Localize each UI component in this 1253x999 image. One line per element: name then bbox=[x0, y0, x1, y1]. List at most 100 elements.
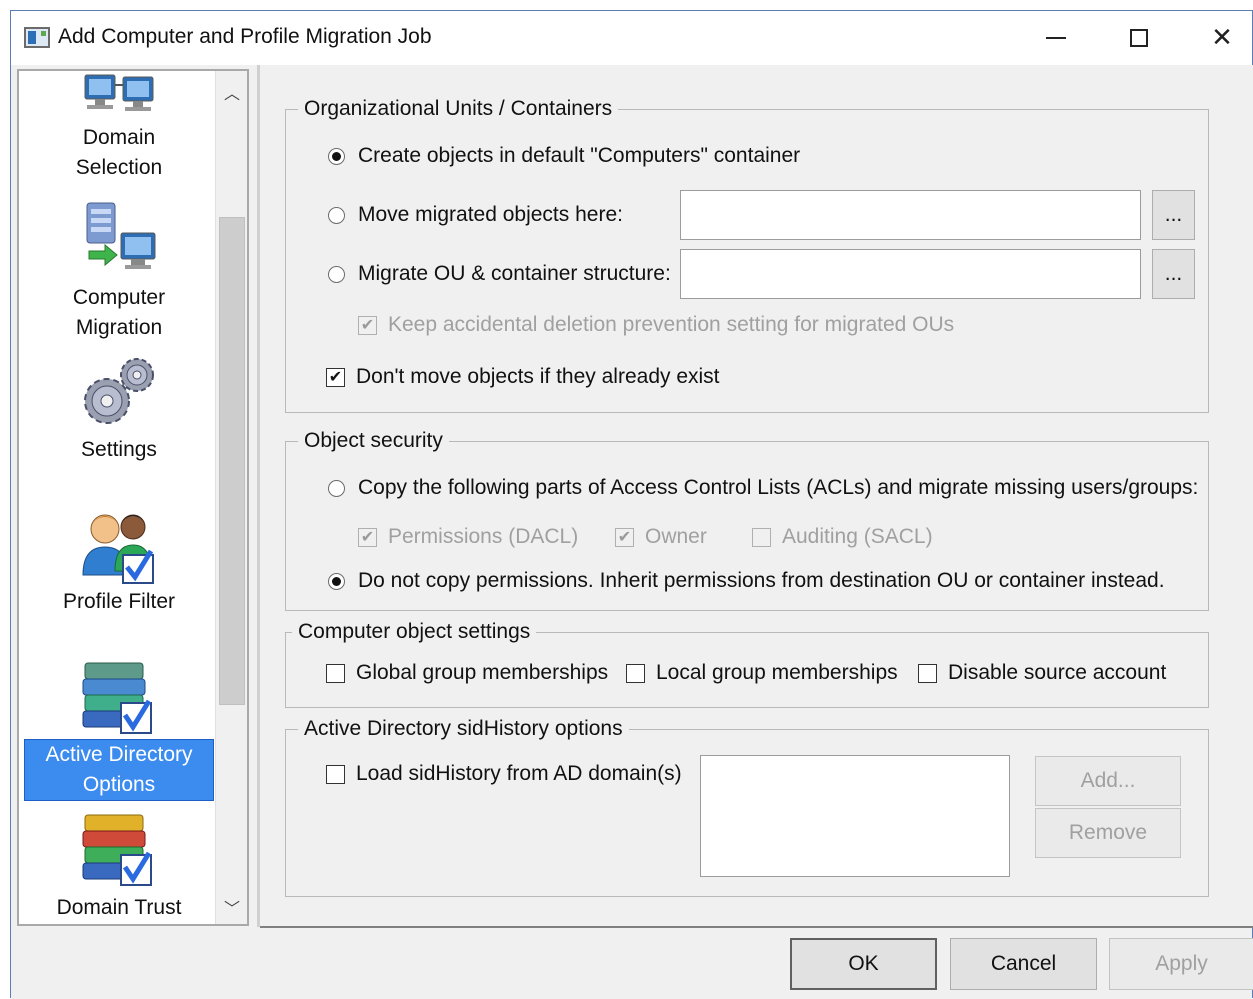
chevron-down-icon: ﹀ bbox=[223, 901, 240, 918]
radio-button[interactable] bbox=[328, 479, 345, 497]
ok-button[interactable]: OK bbox=[790, 938, 937, 990]
checkbox-label: Load sidHistory from AD domain(s) bbox=[356, 762, 682, 785]
computers-icon bbox=[84, 74, 154, 111]
checkbox-label: Permissions (DACL) bbox=[388, 525, 579, 548]
checkbox-label: Don't move objects if they already exist bbox=[356, 365, 720, 388]
checkbox-label: Global group memberships bbox=[356, 661, 609, 684]
nav-label: Computer bbox=[72, 286, 166, 309]
nav-label: Domain Trust bbox=[56, 896, 182, 919]
scroll-thumb[interactable] bbox=[219, 217, 245, 705]
sidhistory-group: Active Directory sidHistory options Load… bbox=[285, 716, 1209, 897]
group-legend: Active Directory sidHistory options bbox=[298, 716, 629, 742]
nav-label-selected: Active Directory Options bbox=[24, 739, 214, 801]
books-trust-icon bbox=[82, 814, 152, 886]
radio-label: Migrate OU & container structure: bbox=[358, 262, 671, 285]
app-icon bbox=[24, 27, 50, 48]
close-icon: ✕ bbox=[1211, 23, 1233, 53]
books-check-icon bbox=[82, 662, 152, 734]
scroll-down-button[interactable]: ﹀ bbox=[216, 890, 247, 924]
radio-default-container[interactable]: Create objects in default "Computers" co… bbox=[328, 144, 800, 168]
radio-label: Copy the following parts of Access Contr… bbox=[358, 476, 1199, 499]
browse-migrate-button[interactable]: ... bbox=[1152, 249, 1195, 299]
nav-item-active-directory-options[interactable]: Active Directory Options bbox=[19, 655, 219, 801]
users-check-icon bbox=[82, 514, 154, 584]
group-legend: Object security bbox=[298, 428, 449, 454]
check-auditing[interactable]: Auditing (SACL) bbox=[752, 525, 933, 549]
nav-label: Active Directory bbox=[45, 743, 193, 766]
checkbox-unchecked[interactable] bbox=[626, 663, 645, 683]
radio-button[interactable] bbox=[328, 206, 345, 224]
dialog-window: Add Computer and Profile Migration Job ✕… bbox=[10, 10, 1253, 999]
radio-migrate-structure[interactable]: Migrate OU & container structure: bbox=[328, 262, 671, 286]
check-permissions[interactable]: ✔ Permissions (DACL) bbox=[358, 525, 578, 549]
radio-copy-acl[interactable]: Copy the following parts of Access Contr… bbox=[328, 476, 1198, 500]
radio-label: Do not copy permissions. Inherit permiss… bbox=[358, 569, 1165, 592]
checkbox-checked-disabled[interactable]: ✔ bbox=[358, 527, 377, 547]
checkbox-label: Owner bbox=[645, 525, 707, 548]
nav-scrollbar[interactable]: ︿ ﹀ bbox=[215, 71, 247, 924]
minimize-icon bbox=[1046, 37, 1066, 39]
radio-no-copy[interactable]: Do not copy permissions. Inherit permiss… bbox=[328, 569, 1165, 593]
checkbox-label: Disable source account bbox=[948, 661, 1167, 684]
window-title: Add Computer and Profile Migration Job bbox=[58, 25, 432, 48]
dialog-footer: OK Cancel Apply bbox=[11, 928, 1253, 999]
minimize-button[interactable] bbox=[1021, 11, 1091, 65]
check-owner[interactable]: ✔ Owner bbox=[615, 525, 707, 549]
checkbox-unchecked-disabled[interactable] bbox=[752, 527, 771, 547]
close-button[interactable]: ✕ bbox=[1187, 11, 1253, 65]
maximize-icon bbox=[1130, 29, 1148, 47]
server-migration-icon bbox=[86, 202, 156, 269]
title-bar: Add Computer and Profile Migration Job ✕ bbox=[11, 11, 1252, 65]
checkbox-unchecked[interactable] bbox=[326, 764, 345, 784]
remove-domain-button[interactable]: Remove bbox=[1035, 808, 1181, 858]
check-disable-source[interactable]: Disable source account bbox=[918, 661, 1166, 685]
main-content: Organizational Units / Containers Create… bbox=[260, 65, 1253, 928]
scroll-up-button[interactable]: ︿ bbox=[216, 75, 247, 109]
computer-settings-group: Computer object settings Global group me… bbox=[285, 619, 1209, 708]
nav-label: Settings bbox=[81, 438, 157, 461]
nav-item-settings[interactable]: Settings bbox=[19, 351, 219, 465]
apply-button[interactable]: Apply bbox=[1109, 938, 1253, 990]
radio-label: Move migrated objects here: bbox=[358, 203, 623, 226]
ou-group: Organizational Units / Containers Create… bbox=[285, 96, 1209, 413]
radio-move-objects[interactable]: Move migrated objects here: bbox=[328, 203, 623, 227]
radio-button[interactable] bbox=[328, 147, 345, 165]
chevron-up-icon: ︿ bbox=[223, 86, 240, 103]
browse-move-button[interactable]: ... bbox=[1152, 190, 1195, 240]
nav-label: Selection bbox=[75, 156, 163, 179]
check-load-sidhistory[interactable]: Load sidHistory from AD domain(s) bbox=[326, 762, 682, 786]
radio-label: Create objects in default "Computers" co… bbox=[358, 144, 801, 167]
nav-item-domain-trust[interactable]: Domain Trust bbox=[19, 809, 219, 923]
nav-label: Profile Filter bbox=[62, 590, 176, 613]
radio-button[interactable] bbox=[328, 572, 345, 590]
checkbox-checked-disabled[interactable]: ✔ bbox=[358, 315, 377, 335]
radio-button[interactable] bbox=[328, 265, 345, 283]
nav-label: Options bbox=[82, 773, 156, 796]
nav-label: Domain bbox=[82, 126, 156, 149]
nav-item-profile-filter[interactable]: Profile Filter bbox=[19, 503, 219, 617]
check-dont-move[interactable]: ✔ Don't move objects if they already exi… bbox=[326, 365, 720, 389]
maximize-button[interactable] bbox=[1104, 11, 1174, 65]
checkbox-checked[interactable]: ✔ bbox=[326, 367, 345, 387]
nav-label: Migration bbox=[75, 316, 163, 339]
cancel-button[interactable]: Cancel bbox=[950, 938, 1097, 990]
gears-icon bbox=[84, 358, 154, 424]
nav-item-domain-selection[interactable]: Domain Selection bbox=[19, 71, 219, 183]
move-target-input[interactable] bbox=[680, 190, 1141, 240]
add-domain-button[interactable]: Add... bbox=[1035, 756, 1181, 806]
domains-list[interactable] bbox=[700, 755, 1010, 877]
checkbox-checked-disabled[interactable]: ✔ bbox=[615, 527, 634, 547]
checkbox-label: Keep accidental deletion prevention sett… bbox=[388, 313, 955, 336]
object-security-group: Object security Copy the following parts… bbox=[285, 428, 1209, 611]
checkbox-unchecked[interactable] bbox=[326, 663, 345, 683]
group-legend: Organizational Units / Containers bbox=[298, 96, 619, 122]
check-keep-deletion[interactable]: ✔ Keep accidental deletion prevention se… bbox=[358, 313, 954, 337]
nav-item-computer-migration[interactable]: Computer Migration bbox=[19, 199, 219, 343]
checkbox-label: Auditing (SACL) bbox=[782, 525, 933, 548]
check-global-groups[interactable]: Global group memberships bbox=[326, 661, 608, 685]
migrate-structure-input[interactable] bbox=[680, 249, 1141, 299]
check-local-groups[interactable]: Local group memberships bbox=[626, 661, 898, 685]
nav-panel: Domain Selection Computer Migration Sett… bbox=[17, 69, 249, 926]
checkbox-unchecked[interactable] bbox=[918, 663, 937, 683]
group-legend: Computer object settings bbox=[292, 619, 537, 645]
